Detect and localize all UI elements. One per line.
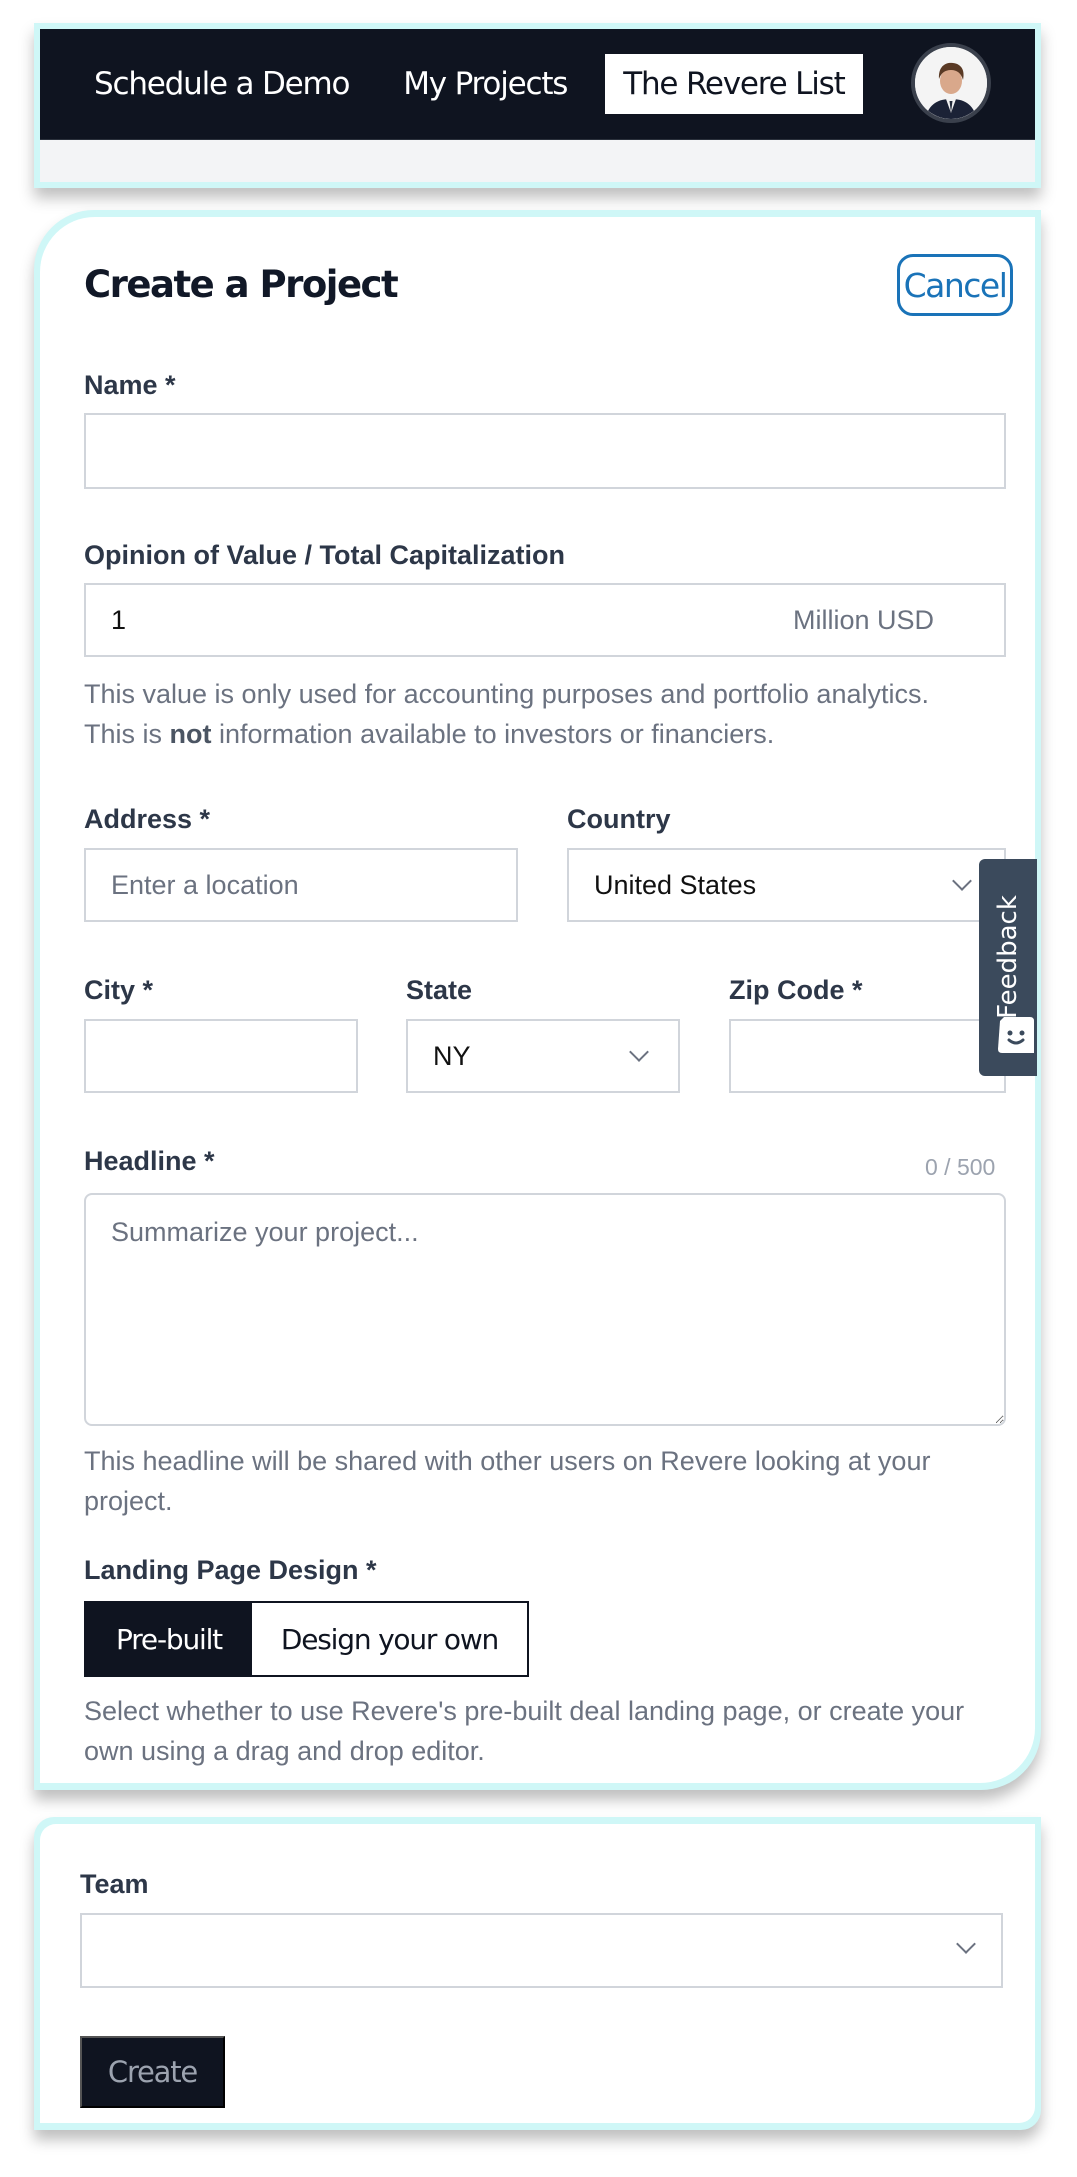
valuation-help-line2: This is not information available to inv… bbox=[84, 714, 929, 754]
address-input[interactable]: Enter a location bbox=[84, 848, 518, 922]
valuation-value: 1 bbox=[111, 604, 127, 635]
feedback-label: Feedback bbox=[993, 895, 1023, 1019]
option-design-your-own[interactable]: Design your own bbox=[252, 1603, 527, 1675]
country-select[interactable]: United States bbox=[567, 848, 1006, 922]
headline-textarea[interactable] bbox=[84, 1193, 1006, 1426]
valuation-help-line1: This value is only used for accounting p… bbox=[84, 679, 929, 709]
team-select[interactable] bbox=[80, 1913, 1003, 1988]
chevron-down-icon bbox=[629, 1042, 649, 1062]
address-placeholder: Enter a location bbox=[111, 869, 299, 900]
nav-link-revere-list[interactable]: The Revere List bbox=[605, 54, 863, 114]
landing-design-toggle: Pre-built Design your own bbox=[84, 1601, 529, 1677]
page-title: Create a Project bbox=[84, 263, 399, 306]
landing-design-label: Landing Page Design * bbox=[84, 1555, 377, 1585]
valuation-help-line2-start: This is bbox=[84, 719, 170, 749]
avatar-photo-icon bbox=[915, 47, 987, 119]
team-label: Team bbox=[80, 1869, 149, 1899]
address-label: Address * bbox=[84, 804, 211, 834]
country-selected-value: United States bbox=[594, 869, 757, 900]
nav-link-my-projects[interactable]: My Projects bbox=[389, 54, 581, 114]
city-input[interactable] bbox=[84, 1019, 358, 1093]
zip-input[interactable] bbox=[729, 1019, 1006, 1093]
smiley-chat-icon bbox=[998, 1017, 1034, 1053]
top-nav-card: Schedule a Demo My Projects The Revere L… bbox=[34, 23, 1041, 188]
city-label: City * bbox=[84, 975, 154, 1005]
valuation-help-line2-end: information available to investors or fi… bbox=[211, 719, 775, 749]
valuation-suffix: Million USD bbox=[792, 604, 934, 635]
valuation-help-text: This value is only used for accounting p… bbox=[84, 674, 929, 754]
state-label: State bbox=[406, 975, 473, 1005]
zip-label: Zip Code * bbox=[729, 975, 863, 1005]
headline-label: Headline * bbox=[84, 1146, 215, 1176]
valuation-input[interactable]: 1 Million USD bbox=[84, 583, 1006, 657]
valuation-help-emphasis: not bbox=[169, 719, 212, 749]
landing-design-help-text: Select whether to use Revere's pre-built… bbox=[84, 1696, 965, 1766]
name-input[interactable] bbox=[84, 413, 1006, 489]
state-select[interactable]: NY bbox=[406, 1019, 680, 1093]
state-selected-value: NY bbox=[433, 1040, 471, 1071]
nav-subbar bbox=[40, 139, 1035, 182]
chevron-down-icon bbox=[956, 1934, 976, 1954]
nav-bar: Schedule a Demo My Projects The Revere L… bbox=[40, 29, 1035, 139]
headline-help-text: This headline will be shared with other … bbox=[84, 1446, 931, 1516]
user-avatar[interactable] bbox=[911, 43, 991, 123]
name-label: Name * bbox=[84, 370, 176, 400]
feedback-tab[interactable]: Feedback bbox=[979, 859, 1037, 1076]
cancel-button[interactable]: Cancel bbox=[897, 254, 1013, 316]
create-button[interactable]: Create bbox=[80, 2036, 225, 2108]
headline-char-counter: 0 / 500 bbox=[925, 1154, 996, 1180]
chevron-down-icon bbox=[952, 871, 972, 891]
option-pre-built[interactable]: Pre-built bbox=[86, 1603, 252, 1675]
valuation-label: Opinion of Value / Total Capitalization bbox=[84, 540, 566, 570]
country-label: Country bbox=[567, 804, 671, 834]
nav-link-schedule-demo[interactable]: Schedule a Demo bbox=[80, 54, 363, 114]
